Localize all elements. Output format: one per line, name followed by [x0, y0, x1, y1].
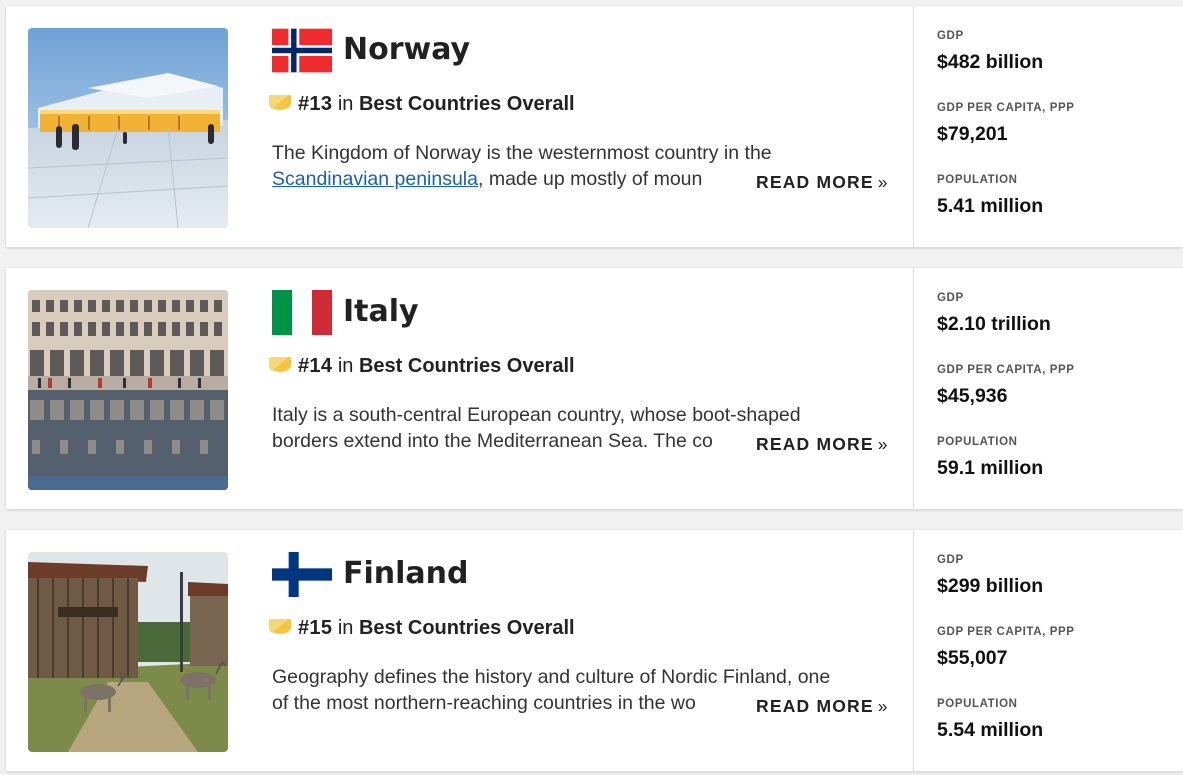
rank-badge-icon — [268, 94, 292, 111]
gdp-per-capita-value: $55,007 — [937, 647, 1008, 669]
population-label: POPULATION — [937, 174, 1018, 186]
rank-category-link[interactable]: Best Countries Overall — [359, 355, 575, 377]
italy-flag-icon — [272, 290, 332, 335]
rank-line: #13 in Best Countries Overall — [268, 92, 575, 116]
gdp-per-capita-label: GDP PER CAPITA, PPP — [937, 626, 1075, 638]
population-value: 5.41 million — [937, 195, 1044, 217]
rank-line: #14 in Best Countries Overall — [268, 354, 575, 378]
rank-in: in — [337, 93, 354, 115]
chevron-right-icon: » — [877, 172, 889, 192]
description-line-1: Geography defines the history and cultur… — [272, 666, 831, 688]
rank-number: #15 — [298, 617, 333, 639]
read-more-button[interactable]: READ MORE» — [754, 693, 889, 719]
gdp-label: GDP — [937, 292, 964, 304]
divider — [913, 6, 914, 247]
rank-badge-icon — [268, 618, 292, 635]
description-line-2: borders extend into the Mediterranean Se… — [272, 428, 752, 454]
italy-photo-venice[interactable] — [28, 290, 228, 490]
finland-photo-reindeer[interactable] — [28, 552, 228, 752]
gdp-value: $299 billion — [937, 575, 1044, 597]
chevron-right-icon: » — [877, 696, 889, 716]
norway-photo-image — [28, 28, 228, 228]
population-label: POPULATION — [937, 698, 1018, 710]
country-card-norway[interactable]: Norway #13 in Best Countries Overall The… — [6, 6, 1183, 247]
divider — [913, 268, 914, 509]
rank-category-link[interactable]: Best Countries Overall — [359, 617, 575, 639]
gdp-label: GDP — [937, 554, 964, 566]
description-line-2: of the most northern-reaching countries … — [272, 690, 752, 716]
population-value: 5.54 million — [937, 719, 1044, 741]
country-card-italy[interactable]: Italy #14 in Best Countries Overall Ital… — [6, 268, 1183, 509]
country-card-finland[interactable]: Finland #15 in Best Countries Overall Ge… — [6, 530, 1183, 771]
population-value: 59.1 million — [937, 457, 1044, 479]
rank-line: #15 in Best Countries Overall — [268, 616, 575, 640]
rank-in: in — [337, 617, 354, 639]
rank-number: #13 — [298, 93, 333, 115]
gdp-label: GDP — [937, 30, 964, 42]
rank-number: #14 — [298, 355, 333, 377]
finland-flag-icon — [272, 552, 332, 597]
finland-photo-image — [28, 552, 228, 752]
gdp-value: $2.10 trillion — [937, 313, 1051, 335]
gdp-per-capita-value: $45,936 — [937, 385, 1008, 407]
read-more-label: READ MORE — [756, 696, 874, 716]
italy-photo-image — [28, 290, 228, 490]
read-more-button[interactable]: READ MORE» — [754, 431, 889, 457]
country-name[interactable]: Italy — [343, 292, 419, 332]
norway-photo-oslo-opera-house[interactable] — [28, 28, 228, 228]
read-more-label: READ MORE — [756, 434, 874, 454]
description-line-2-rest: , made up mostly of moun — [478, 168, 703, 190]
read-more-button[interactable]: READ MORE» — [754, 169, 889, 195]
rank-category-link[interactable]: Best Countries Overall — [359, 93, 575, 115]
gdp-per-capita-label: GDP PER CAPITA, PPP — [937, 102, 1075, 114]
country-name[interactable]: Norway — [343, 30, 470, 70]
country-name[interactable]: Finland — [343, 554, 469, 594]
chevron-right-icon: » — [877, 434, 889, 454]
rank-in: in — [337, 355, 354, 377]
description-line-1: Italy is a south-central European countr… — [272, 404, 801, 426]
scandinavian-peninsula-link[interactable]: Scandinavian peninsula — [272, 168, 478, 190]
description-line-1: The Kingdom of Norway is the westernmost… — [272, 142, 772, 164]
description-line-2: Scandinavian peninsula, made up mostly o… — [272, 166, 752, 192]
gdp-per-capita-value: $79,201 — [937, 123, 1008, 145]
gdp-per-capita-label: GDP PER CAPITA, PPP — [937, 364, 1075, 376]
read-more-label: READ MORE — [756, 172, 874, 192]
norway-flag-icon — [272, 28, 332, 73]
divider — [913, 530, 914, 771]
gdp-value: $482 billion — [937, 51, 1044, 73]
rank-badge-icon — [268, 356, 292, 373]
population-label: POPULATION — [937, 436, 1018, 448]
